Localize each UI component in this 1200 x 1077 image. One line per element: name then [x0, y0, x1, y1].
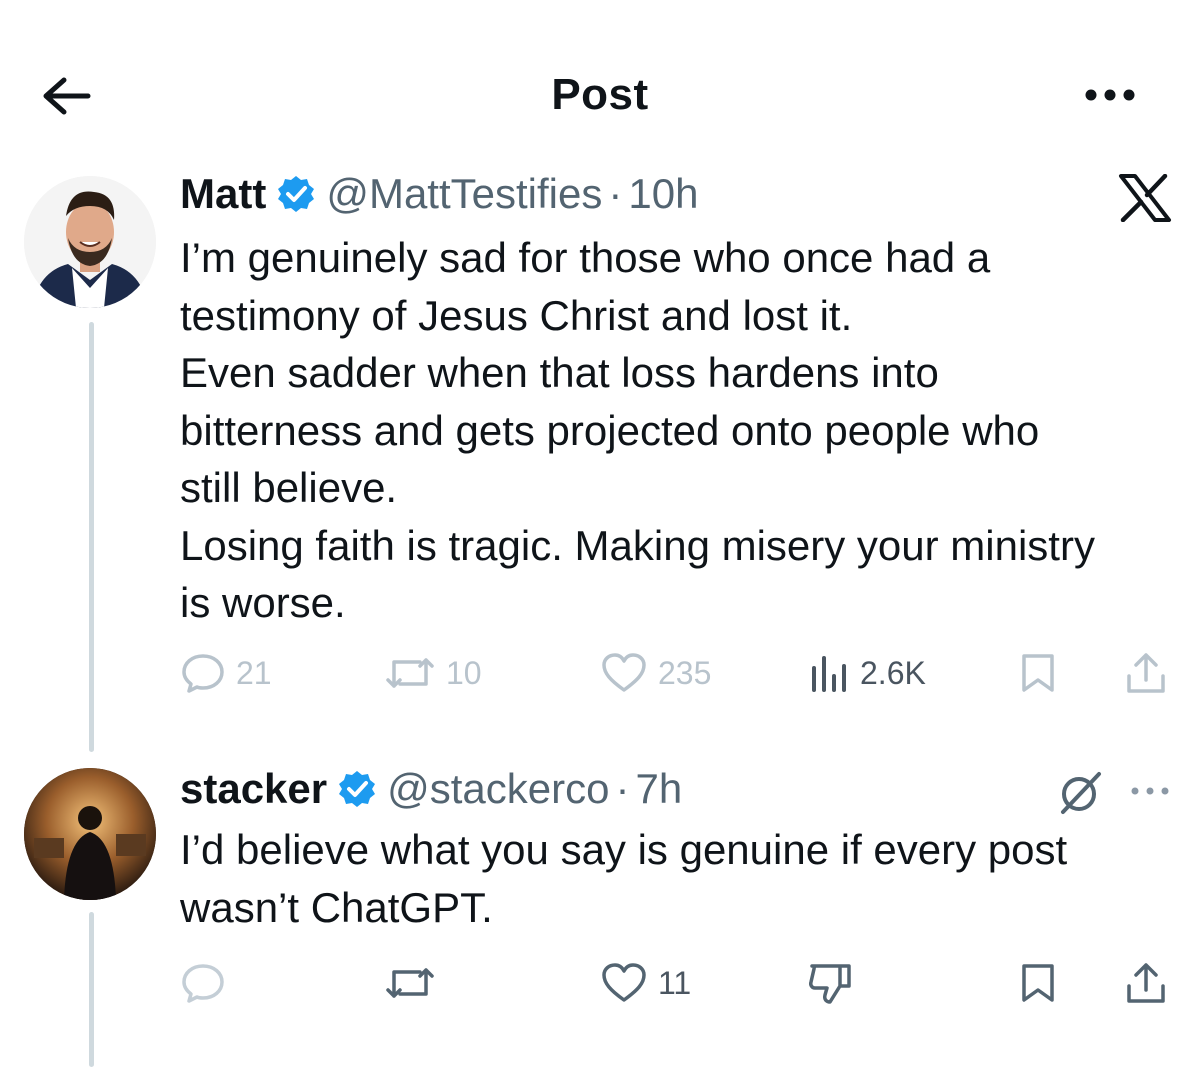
thread-line — [89, 322, 94, 752]
separator-dot: · — [615, 765, 630, 812]
heart-icon — [602, 653, 646, 692]
page-title: Post — [551, 70, 649, 119]
like-count: 11 — [658, 964, 692, 1001]
more-horizontal-icon — [1085, 89, 1135, 101]
view-count: 2.6K — [860, 654, 926, 691]
reply-icon — [182, 654, 224, 693]
more-horizontal-icon — [1131, 787, 1169, 795]
post-text-line: I’m genuinely sad for those who once had… — [180, 234, 991, 281]
repost-button[interactable]: 10 — [384, 652, 482, 694]
post-text: I’d believe what you say is genuine if e… — [180, 821, 1180, 936]
post-text: I’m genuinely sad for those who once had… — [180, 229, 1180, 632]
avatar-matt[interactable] — [24, 176, 156, 308]
views-button[interactable]: 2.6K — [808, 652, 926, 694]
share-button[interactable] — [1124, 960, 1168, 1006]
x-logo-icon — [1117, 173, 1173, 223]
reply-button[interactable] — [180, 962, 226, 1004]
avatar-stacker[interactable] — [24, 768, 156, 900]
like-button[interactable]: 11 — [600, 962, 691, 1004]
bookmark-button[interactable] — [1018, 962, 1058, 1004]
post-text-line: I’d believe what you say is genuine if e… — [180, 826, 1068, 873]
verified-badge-icon — [339, 771, 376, 807]
author-handle[interactable]: @stackerco — [387, 765, 609, 813]
reply-count: 21 — [236, 654, 272, 691]
repost-count: 10 — [446, 654, 482, 691]
like-button[interactable]: 235 — [600, 652, 711, 694]
post-text-line: bitterness and gets projected onto peopl… — [180, 406, 1040, 454]
reply-icon — [182, 964, 224, 1003]
author-name[interactable]: Matt — [180, 170, 266, 218]
repost-icon — [386, 658, 434, 688]
thumbs-down-icon — [809, 964, 851, 1004]
post-text-line: still believe. — [180, 464, 398, 511]
bookmark-icon — [1022, 964, 1054, 1002]
post-text-line: Losing faith is tragic. Making misery yo… — [180, 521, 1095, 569]
thread-line — [89, 912, 94, 1067]
post-more-button[interactable] — [1128, 779, 1172, 803]
bookmark-icon — [1022, 654, 1054, 692]
post-time[interactable]: 7h — [636, 765, 683, 813]
author-name[interactable]: stacker — [180, 765, 327, 813]
downvote-button[interactable] — [806, 960, 854, 1006]
post-header: Matt @MattTestifies · 10h — [180, 170, 698, 218]
repost-icon — [386, 968, 434, 998]
bar-chart-icon — [812, 656, 846, 692]
share-icon — [1127, 963, 1165, 1003]
post-header: stacker @stackerco · 7h — [180, 765, 682, 813]
like-count: 235 — [658, 654, 712, 691]
reply-button[interactable]: 21 — [180, 652, 272, 694]
post-text-line: wasn’t ChatGPT. — [180, 883, 493, 931]
repost-button[interactable] — [384, 962, 436, 1004]
post-time[interactable]: 10h — [628, 170, 698, 218]
share-icon — [1127, 653, 1165, 693]
grok-icon[interactable] — [1057, 770, 1103, 816]
verified-badge-icon — [278, 176, 315, 212]
author-handle[interactable]: @MattTestifies — [326, 170, 602, 218]
more-options-button[interactable] — [1080, 80, 1140, 110]
bookmark-button[interactable] — [1018, 652, 1058, 694]
separator-dot: · — [608, 170, 623, 217]
post-text-line: is worse. — [180, 579, 346, 626]
post-text-line: testimony of Jesus Christ and lost it. — [180, 291, 853, 339]
post-text-line: Even sadder when that loss hardens into — [180, 349, 939, 396]
share-button[interactable] — [1124, 650, 1168, 696]
heart-icon — [602, 963, 646, 1002]
